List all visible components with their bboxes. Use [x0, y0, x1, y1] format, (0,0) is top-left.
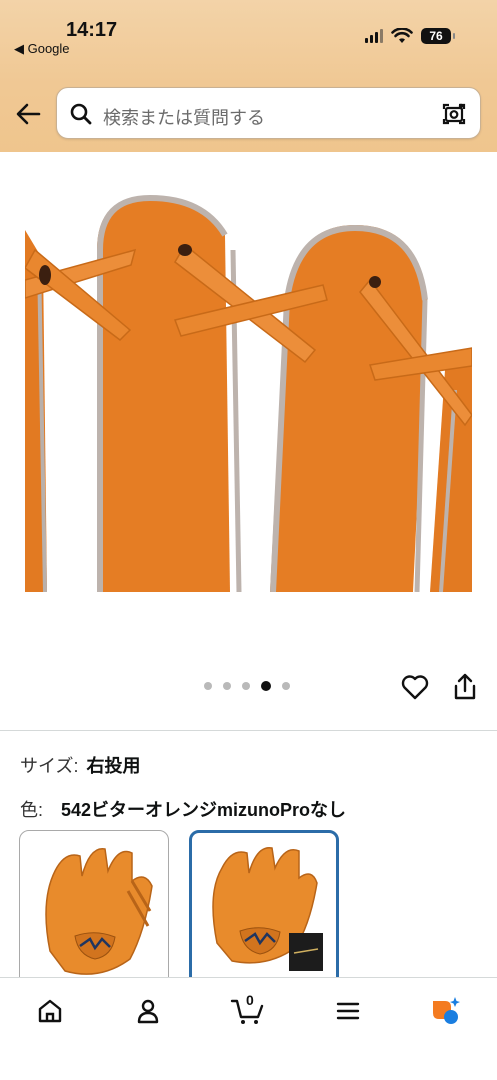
cart-count-badge: 0 [246, 992, 254, 1008]
ai-assistant-icon [433, 997, 460, 1024]
search-placeholder: 検索または質問する [103, 108, 265, 128]
nav-account[interactable] [128, 994, 168, 1028]
carousel-dot[interactable] [242, 682, 250, 690]
wifi-icon [391, 28, 413, 43]
color-value: 542ビターオレンジmizunoProなし [61, 800, 347, 820]
status-time: 14:17 [66, 19, 118, 41]
nav-home[interactable] [30, 994, 70, 1028]
color-swatch-glove-only[interactable] [19, 830, 169, 990]
color-label: 色: [20, 800, 44, 820]
carousel-dot[interactable] [282, 682, 290, 690]
size-value: 右投用 [86, 756, 141, 776]
carousel-dot[interactable] [223, 682, 231, 690]
carousel-dot[interactable] [204, 682, 212, 690]
share-icon[interactable] [451, 672, 479, 702]
glove-and-bag-thumbnail [212, 846, 323, 971]
glove-laces-illustration [25, 194, 472, 592]
size-label: サイズ: [20, 756, 79, 776]
nav-ai-assistant[interactable] [425, 994, 465, 1028]
size-selector: サイズ: 右投用 [20, 752, 140, 778]
battery-indicator: 76 [421, 28, 455, 44]
back-to-app-link[interactable]: ◀ Google [14, 41, 70, 57]
divider [0, 730, 497, 731]
nav-menu[interactable] [328, 994, 368, 1028]
account-icon [137, 999, 159, 1024]
heart-icon[interactable] [400, 672, 430, 702]
search-icon [70, 103, 92, 125]
signal-icon [365, 29, 383, 43]
color-selector: 色: 542ビターオレンジmizunoProなし [20, 796, 346, 822]
search-input[interactable]: 検索または質問する [56, 87, 481, 139]
product-image[interactable] [25, 190, 472, 592]
glove-thumbnail [45, 848, 153, 975]
home-icon [38, 999, 62, 1023]
back-arrow-icon[interactable] [14, 100, 42, 128]
carousel-dot-active[interactable] [261, 681, 271, 691]
bottom-navigation: 0 [0, 977, 497, 1080]
status-indicators: 76 [365, 28, 455, 44]
image-carousel-dots[interactable] [204, 681, 290, 691]
color-swatch-glove-with-bag[interactable] [189, 830, 339, 990]
camera-search-icon[interactable] [440, 100, 468, 128]
menu-icon [336, 1002, 360, 1020]
header: 14:17 ◀ Google 76 検索または質問する [0, 0, 497, 152]
